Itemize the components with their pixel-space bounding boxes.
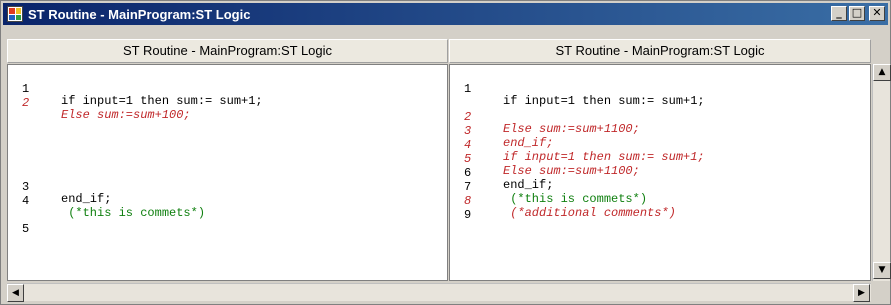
horizontal-scrollbar[interactable]: ◀ ▶: [7, 283, 871, 302]
code-line: 4 if input=1 then sum:= sum+1;: [450, 127, 705, 163]
close-button[interactable]: ✕: [869, 6, 885, 21]
app-icon: [7, 6, 23, 22]
code-line: 3 end_if;: [8, 169, 111, 205]
scroll-down-icon[interactable]: ▼: [873, 262, 891, 279]
code-line: 2 Else sum:=sum+1100;: [450, 99, 640, 135]
scroll-up-icon[interactable]: ▲: [873, 64, 891, 81]
code-line: 9: [450, 197, 493, 221]
scrollbar-corner: [872, 283, 890, 301]
compare-window: ST Routine - MainProgram:ST Logic _ □ ✕ …: [0, 0, 891, 305]
code-line: 5 Else sum:=sum+1100;: [450, 141, 640, 177]
code-text: Else sum:=sum+1100;: [503, 122, 640, 136]
minimize-button[interactable]: _: [831, 6, 847, 21]
code-line: 3 end_if;: [450, 113, 553, 149]
title-bar[interactable]: ST Routine - MainProgram:ST Logic _ □ ✕: [3, 3, 888, 25]
code-text: end_if;: [503, 178, 554, 192]
code-line: 1 if input=1 then sum:= sum+1;: [8, 71, 263, 107]
code-text: end_if;: [503, 136, 554, 150]
line-number: 5: [22, 222, 30, 236]
code-line: 1 if input=1 then sum:= sum+1;: [450, 71, 705, 107]
window-title: ST Routine - MainProgram:ST Logic: [28, 6, 251, 22]
code-text: if input=1 then sum:= sum+1;: [503, 94, 705, 108]
code-text: (*additional comments*): [503, 206, 676, 220]
right-pane-header: ST Routine - MainProgram:ST Logic: [449, 39, 871, 63]
scroll-right-icon[interactable]: ▶: [853, 284, 870, 302]
code-text: if input=1 then sum:= sum+1;: [61, 94, 263, 108]
scroll-left-icon[interactable]: ◀: [7, 284, 24, 302]
code-text: Else sum:=sum+1100;: [503, 164, 640, 178]
maximize-button[interactable]: □: [849, 6, 865, 21]
line-number: 2: [22, 96, 30, 110]
line-number: 9: [464, 208, 472, 222]
line-number: 1: [464, 82, 472, 96]
code-line: 6 end_if;: [450, 155, 553, 191]
left-code-pane[interactable]: 1 if input=1 then sum:= sum+1; 2 Else su…: [7, 64, 448, 281]
code-text: (*this is commets*): [61, 206, 206, 220]
code-line: 4 (*this is commets*): [8, 183, 205, 219]
code-text: if input=1 then sum:= sum+1;: [503, 150, 705, 164]
code-text: end_if;: [61, 192, 112, 206]
code-line: 5: [8, 211, 51, 235]
code-line: 8 (*additional comments*): [450, 183, 676, 219]
vertical-scrollbar[interactable]: ▲ ▼: [872, 64, 891, 281]
code-text: Else sum:=sum+100;: [61, 108, 191, 122]
left-pane-header: ST Routine - MainProgram:ST Logic: [7, 39, 448, 63]
line-number: 4: [22, 194, 30, 208]
code-line: 7 (*this is commets*): [450, 169, 647, 205]
code-text: (*this is commets*): [503, 192, 648, 206]
right-code-pane[interactable]: 1 if input=1 then sum:= sum+1; 2 Else su…: [449, 64, 871, 281]
code-line: 2 Else sum:=sum+100;: [8, 85, 191, 121]
